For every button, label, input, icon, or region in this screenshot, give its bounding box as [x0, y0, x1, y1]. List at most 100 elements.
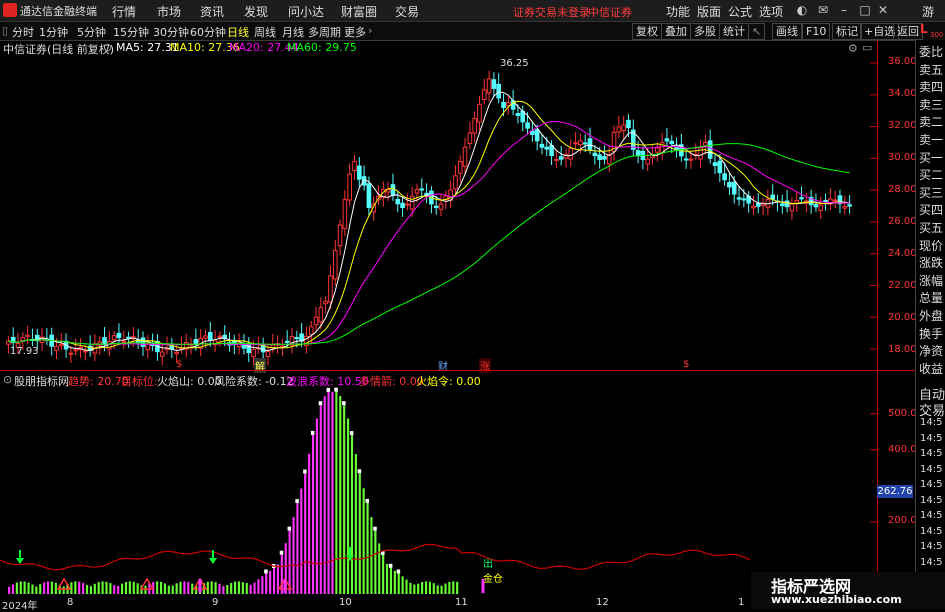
chevron-right-icon[interactable]: ›: [368, 24, 372, 37]
period-tab-monthly[interactable]: 月线: [282, 24, 304, 40]
stats-button[interactable]: 统计: [719, 23, 749, 40]
period-tab-1min[interactable]: 1分钟: [39, 24, 68, 40]
period-tab-weekly[interactable]: 周线: [254, 24, 276, 40]
event-marker-dividend[interactable]: $: [176, 359, 182, 370]
indicator-bar: [62, 586, 65, 594]
menu-wenxiaoda[interactable]: 问小达: [288, 3, 324, 20]
candle-body: [116, 332, 122, 338]
minimize-icon[interactable]: –: [835, 2, 853, 18]
back-button[interactable]: 返回: [893, 23, 923, 40]
candle-body: [712, 162, 718, 166]
menu-trade[interactable]: 交易: [395, 3, 419, 20]
period-tab-multi[interactable]: 多周期: [308, 24, 341, 40]
indicator-bar: [234, 581, 237, 594]
indicator-cap: [357, 469, 362, 474]
candle-body: [539, 143, 545, 148]
close-icon[interactable]: ✕: [874, 2, 892, 18]
candle-body: [592, 152, 598, 157]
mark-button[interactable]: 标记: [832, 23, 862, 40]
indicator-bar: [46, 581, 50, 594]
message-icon[interactable]: ✉: [814, 2, 832, 18]
candle-body: [328, 275, 333, 303]
period-tab-fenshi[interactable]: 分时: [12, 24, 34, 40]
indicator-bar: [382, 555, 385, 594]
indicator-bar: [296, 503, 299, 594]
triangle-mark: [139, 577, 155, 590]
indicator-bar: [23, 581, 26, 594]
menu-formula[interactable]: 公式: [728, 3, 752, 20]
indicator-bar: [444, 583, 447, 594]
menu-options[interactable]: 选项: [759, 3, 783, 20]
indicator-bar: [432, 583, 435, 594]
x-tick-aug: 8: [67, 597, 74, 608]
period-tab-60min[interactable]: 60分钟: [190, 24, 226, 40]
indicator-bar: [300, 488, 303, 594]
menu-layout[interactable]: 版面: [697, 3, 721, 20]
y-tick-34: 34.00: [888, 88, 917, 99]
panel-toggle-icon[interactable]: ▯: [2, 24, 8, 37]
signal-tick: [198, 579, 202, 593]
indicator-cap: [365, 498, 369, 503]
candle-body: [587, 138, 593, 150]
overlay-button[interactable]: 叠加: [661, 23, 691, 40]
indicator-cap: [318, 401, 323, 406]
indicator-cap: [342, 401, 346, 406]
indicator-bar: [315, 418, 318, 594]
indicator-chart[interactable]: [0, 372, 877, 597]
indicator-bar: [339, 396, 342, 594]
period-tab-daily[interactable]: 日线: [227, 24, 249, 40]
candle-body: [203, 335, 208, 339]
menu-quotes[interactable]: 行情: [112, 3, 136, 20]
candle-body: [741, 198, 747, 201]
period-tab-5min[interactable]: 5分钟: [77, 24, 106, 40]
candle-body: [582, 142, 588, 145]
indicator-bar: [358, 473, 361, 594]
indicator-bar: [362, 488, 365, 594]
x-tick-year: 2024年: [2, 601, 38, 612]
indicator-bar: [191, 583, 194, 594]
skin-icon[interactable]: ◐: [793, 2, 811, 18]
indicator-bar: [214, 582, 217, 594]
ma20-line: [8, 120, 850, 346]
candle-body: [496, 83, 502, 99]
indicator-bar: [269, 570, 272, 594]
indicator-bar: [389, 567, 393, 594]
candle-body: [342, 199, 348, 229]
maximize-icon[interactable]: □: [856, 2, 874, 18]
indicator-bar: [31, 584, 34, 594]
indicator-bar: [121, 583, 124, 594]
indicator-bar: [43, 582, 46, 594]
draw-line-button[interactable]: 画线: [772, 23, 802, 40]
login-notice[interactable]: 证券交易未登录: [513, 4, 590, 20]
broker-name[interactable]: 中信证券: [588, 4, 632, 20]
f10-button[interactable]: F10: [802, 23, 831, 40]
indicator-bar: [35, 586, 38, 594]
event-marker-dividend-2[interactable]: $: [683, 359, 689, 370]
menu-function[interactable]: 功能: [666, 3, 690, 20]
indicator-bar: [261, 576, 264, 594]
kline-chart[interactable]: [0, 40, 877, 370]
y-tick-20: 20.00: [888, 312, 917, 323]
candle-body: [799, 197, 804, 200]
side-item[interactable]: 收益: [919, 359, 943, 380]
adjust-button[interactable]: 复权: [632, 23, 662, 40]
indicator-cap: [279, 550, 284, 555]
menu-discover[interactable]: 发现: [244, 3, 268, 20]
indicator-bar: [397, 573, 400, 594]
period-tab-15min[interactable]: 15分钟: [113, 24, 149, 40]
sub-y-tick-400: 400.0: [888, 444, 917, 455]
indicator-bar: [424, 581, 428, 594]
cursor-icon[interactable]: ↖: [748, 23, 766, 40]
indicator-bar: [308, 453, 311, 594]
menu-fortune-circle[interactable]: 财富圈: [341, 3, 377, 20]
y-tick-24: 24.00: [888, 248, 917, 259]
indicator-bar: [8, 586, 11, 594]
period-tab-more[interactable]: 更多: [344, 24, 366, 40]
menu-news[interactable]: 资讯: [200, 3, 224, 20]
indicator-bar: [230, 582, 233, 594]
menu-market[interactable]: 市场: [157, 3, 181, 20]
candle-body: [789, 203, 795, 212]
indicator-bar: [27, 582, 30, 594]
period-tab-30min[interactable]: 30分钟: [153, 24, 189, 40]
multi-stock-button[interactable]: 多股: [690, 23, 720, 40]
